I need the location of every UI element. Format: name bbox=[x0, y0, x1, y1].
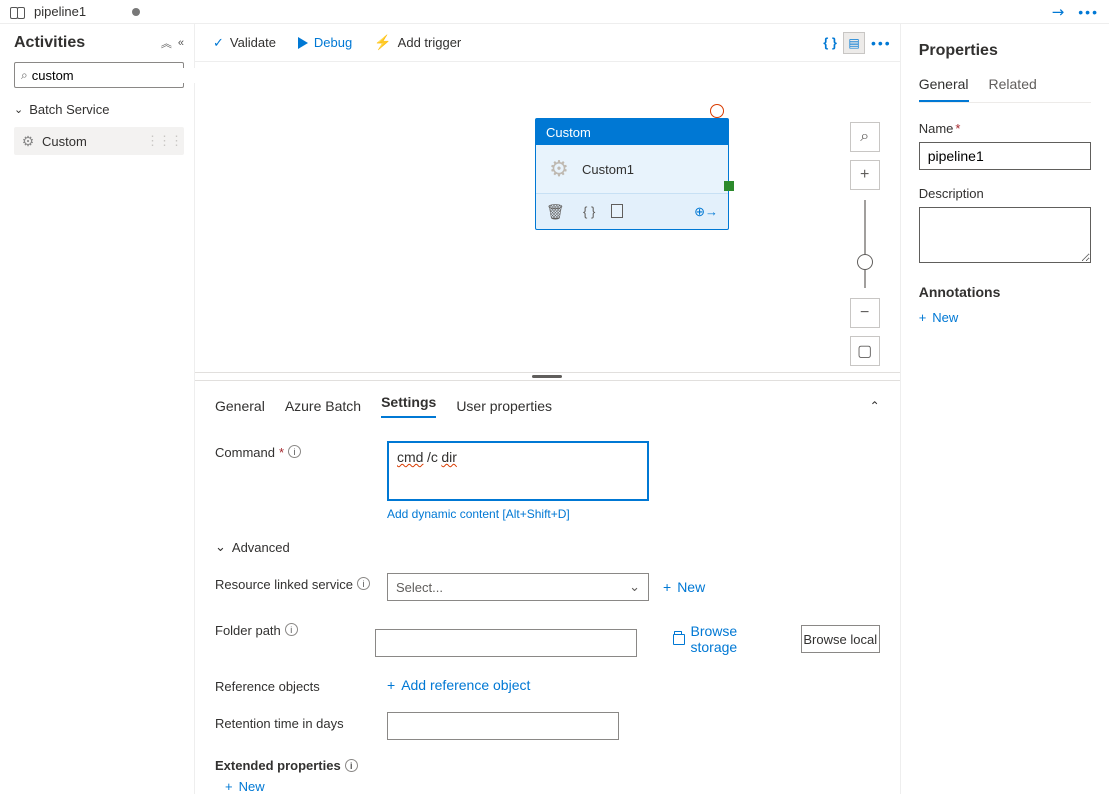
props-tab-general[interactable]: General bbox=[919, 76, 969, 102]
tab-azure-batch[interactable]: Azure Batch bbox=[285, 398, 361, 414]
folder-path-input[interactable] bbox=[375, 629, 637, 657]
debug-button[interactable]: Debug bbox=[298, 35, 352, 50]
panel-resize-handle[interactable] bbox=[195, 372, 900, 380]
pipeline-name-input[interactable] bbox=[919, 142, 1091, 170]
chevron-down-icon: ⌄ bbox=[14, 103, 23, 116]
gear-icon: ⚙ bbox=[20, 133, 36, 149]
tab-settings[interactable]: Settings bbox=[381, 394, 436, 418]
browse-local-button[interactable]: Browse local bbox=[801, 625, 880, 653]
pipeline-tab-icon bbox=[10, 5, 26, 19]
add-dynamic-content-link[interactable]: Add dynamic content [Alt+Shift+D] bbox=[387, 507, 570, 521]
info-icon[interactable]: i bbox=[345, 759, 358, 772]
properties-toggle-icon[interactable]: ▤ bbox=[843, 32, 865, 54]
unsaved-indicator-icon bbox=[132, 8, 140, 16]
chevron-down-icon: ⌄ bbox=[629, 579, 640, 595]
delete-icon[interactable]: 🗑 bbox=[546, 203, 565, 221]
add-trigger-button[interactable]: ⚡ Add trigger bbox=[374, 34, 461, 51]
success-connector[interactable] bbox=[724, 181, 734, 191]
tab-general[interactable]: General bbox=[215, 398, 265, 414]
drag-handle-icon[interactable]: ⋮⋮⋮ bbox=[146, 133, 182, 149]
extended-properties-label: Extended properties bbox=[215, 758, 341, 773]
add-annotation-link[interactable]: + New bbox=[919, 310, 1091, 325]
collapse-panel-icon[interactable]: ⌃ bbox=[870, 399, 880, 413]
zoom-slider[interactable] bbox=[864, 200, 866, 288]
retention-label: Retention time in days bbox=[215, 716, 344, 731]
collapse-sidebar-icon[interactable]: « bbox=[178, 37, 184, 49]
activities-title: Activities bbox=[14, 34, 161, 52]
folder-icon bbox=[673, 634, 685, 645]
add-reference-object-link[interactable]: + Add reference object bbox=[387, 675, 530, 694]
info-icon[interactable]: i bbox=[285, 623, 298, 636]
pipeline-canvas[interactable]: Custom ⚙ Custom1 🗑 { } ⊕→ ⌕ + bbox=[195, 62, 900, 372]
search-icon: ⌕ bbox=[21, 68, 28, 83]
folder-path-label: Folder path bbox=[215, 623, 281, 638]
node-name: Custom1 bbox=[582, 162, 634, 177]
activity-node-custom1[interactable]: Custom ⚙ Custom1 🗑 { } ⊕→ bbox=[535, 118, 729, 230]
add-output-icon[interactable]: ⊕→ bbox=[694, 204, 718, 220]
check-icon: ✓ bbox=[213, 35, 224, 51]
properties-title: Properties bbox=[919, 42, 1091, 60]
command-label: Command bbox=[215, 445, 275, 460]
reference-objects-label: Reference objects bbox=[215, 679, 320, 694]
collapse-all-icon[interactable]: ︽ bbox=[161, 35, 172, 51]
plus-icon: + bbox=[919, 310, 927, 325]
browse-storage-link[interactable]: Browse storage bbox=[673, 623, 769, 655]
command-input[interactable]: cmd /c dir bbox=[387, 441, 649, 501]
resource-linked-select[interactable]: Select... ⌄ bbox=[387, 573, 649, 601]
plus-icon: + bbox=[387, 677, 395, 693]
canvas-more-icon[interactable]: ••• bbox=[871, 35, 892, 51]
activities-search-input[interactable] bbox=[32, 68, 208, 83]
pipeline-tab-name[interactable]: pipeline1 bbox=[34, 4, 86, 19]
description-input[interactable] bbox=[919, 207, 1091, 263]
gear-icon: ⚙ bbox=[546, 156, 572, 182]
activities-search[interactable]: ⌕ bbox=[14, 62, 184, 88]
info-icon[interactable]: i bbox=[288, 445, 301, 458]
batch-service-group[interactable]: ⌄ Batch Service bbox=[14, 102, 184, 117]
play-icon bbox=[298, 37, 308, 49]
fit-screen-icon[interactable]: ▢ bbox=[850, 336, 880, 366]
zoom-slider-thumb[interactable] bbox=[857, 254, 873, 270]
chevron-down-icon: ⌄ bbox=[215, 539, 226, 555]
props-tab-related[interactable]: Related bbox=[989, 76, 1037, 102]
info-icon[interactable]: i bbox=[357, 577, 370, 590]
activity-custom[interactable]: ⚙ Custom ⋮⋮⋮ bbox=[14, 127, 184, 155]
add-extended-property-link[interactable]: + New bbox=[225, 779, 880, 794]
annotations-label: Annotations bbox=[919, 284, 1091, 300]
retention-input[interactable] bbox=[387, 712, 619, 740]
zoom-in-icon[interactable]: + bbox=[850, 160, 880, 190]
more-menu-icon[interactable]: ••• bbox=[1078, 4, 1099, 20]
new-linked-service-link[interactable]: + New bbox=[663, 579, 705, 595]
advanced-toggle[interactable]: ⌄ Advanced bbox=[215, 539, 880, 555]
code-view-icon[interactable]: { } bbox=[823, 35, 837, 50]
code-icon[interactable]: { } bbox=[583, 204, 595, 219]
canvas-search-icon[interactable]: ⌕ bbox=[850, 122, 880, 152]
validation-error-icon[interactable] bbox=[710, 104, 724, 118]
bolt-icon: ⚡ bbox=[374, 34, 391, 51]
validate-button[interactable]: ✓ Validate bbox=[213, 35, 276, 51]
description-label: Description bbox=[919, 186, 984, 201]
plus-icon: + bbox=[225, 779, 233, 794]
copy-icon[interactable] bbox=[613, 206, 623, 218]
zoom-out-icon[interactable]: − bbox=[850, 298, 880, 328]
plus-icon: + bbox=[663, 579, 671, 595]
tab-user-properties[interactable]: User properties bbox=[456, 398, 552, 414]
resource-linked-label: Resource linked service bbox=[215, 577, 353, 592]
node-header[interactable]: Custom bbox=[536, 119, 728, 145]
name-label: Name bbox=[919, 121, 954, 136]
expand-icon[interactable]: ↗ bbox=[1047, 1, 1069, 23]
